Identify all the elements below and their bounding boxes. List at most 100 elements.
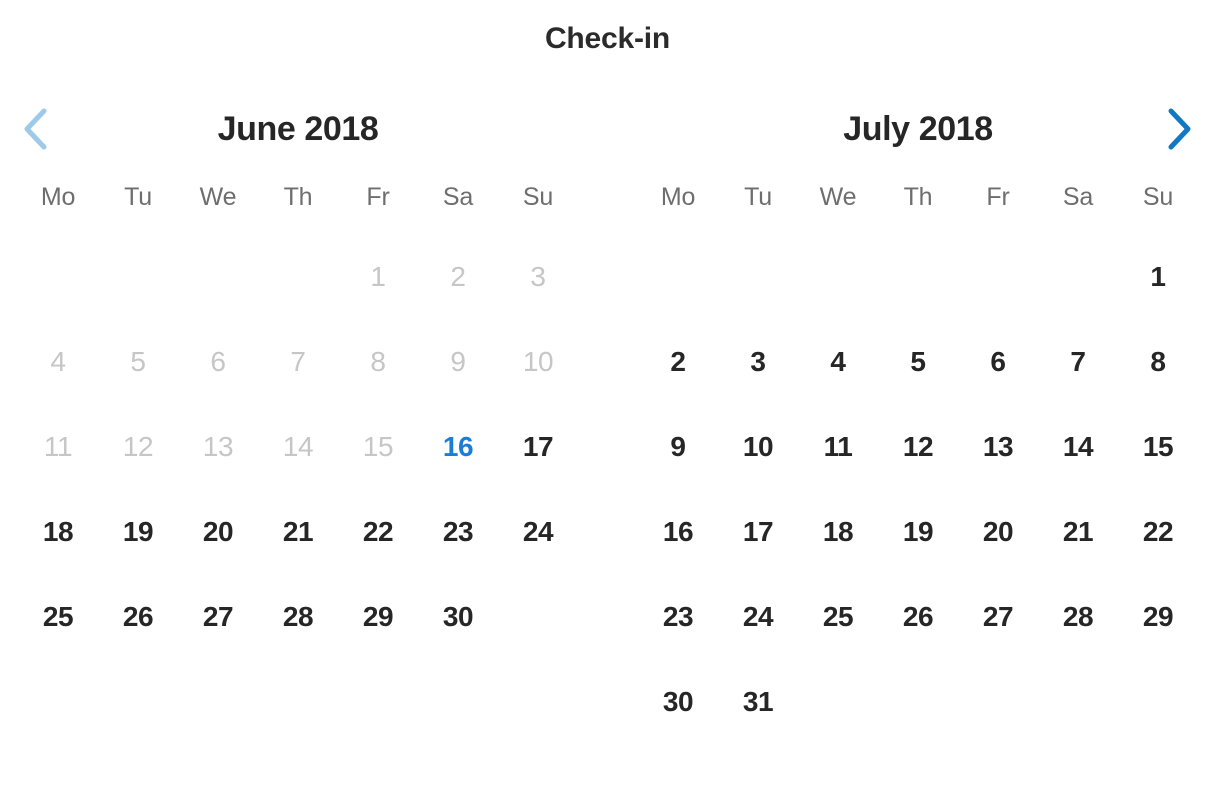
day-cell-disabled: 5	[130, 346, 146, 377]
day-cell[interactable]: 30	[638, 659, 718, 744]
day-cell-disabled: 10	[522, 346, 554, 377]
weeks-grid: 1 2 3 4 5 6 7 8 9 10 11 12 13 14 15 16 17 18 19 20 21 22 23 24 2…	[18, 234, 578, 659]
day-cell-disabled: 11	[43, 431, 73, 462]
day-cell[interactable]: 3	[718, 319, 798, 404]
weekday-label-mo: Mo	[40, 183, 76, 211]
day-cell[interactable]: 12	[878, 404, 958, 489]
day-cell-disabled: 9	[450, 346, 466, 377]
day-cell-empty	[178, 234, 258, 319]
week-row: 23 24 25 26 27 28 29	[638, 574, 1198, 659]
day-cell[interactable]: 22	[338, 489, 418, 574]
week-row: 4 5 6 7 8 9 10	[18, 319, 578, 404]
day-cell[interactable]: 8	[1118, 319, 1198, 404]
day-cell[interactable]: 14	[1038, 404, 1118, 489]
week-row: 11 12 13 14 15 16 17	[18, 404, 578, 489]
day-cell-disabled: 6	[210, 346, 226, 377]
day-cell-empty	[258, 234, 338, 319]
day-cell[interactable]: 10	[718, 404, 798, 489]
day-cell-disabled: 13	[202, 431, 234, 462]
day-cell[interactable]: 19	[878, 489, 958, 574]
day-cell-empty	[498, 574, 578, 659]
day-cell[interactable]: 11	[798, 404, 878, 489]
day-cell-disabled: 15	[362, 431, 394, 462]
day-cell[interactable]: 23	[418, 489, 498, 574]
day-cell[interactable]: 1	[1118, 234, 1198, 319]
day-cell[interactable]: 22	[1118, 489, 1198, 574]
day-cell[interactable]: 28	[1038, 574, 1118, 659]
day-cell[interactable]: 21	[258, 489, 338, 574]
day-cell-disabled: 7	[290, 346, 306, 377]
day-cell-empty	[958, 234, 1038, 319]
weeks-grid: 1 2 3 4 5 6 7 8 9 10 11 12 13 14 15 16 17 18 19 20 21 22 23 24 2…	[638, 234, 1198, 744]
weekday-label-th: Th	[903, 183, 933, 211]
day-cell[interactable]: 29	[338, 574, 418, 659]
day-cell[interactable]: 17	[498, 404, 578, 489]
day-cell-empty	[958, 659, 1038, 744]
day-cell[interactable]: 23	[638, 574, 718, 659]
week-row: 2345678	[638, 319, 1198, 404]
day-cell-disabled: 8	[370, 346, 386, 377]
day-cell[interactable]: 13	[958, 404, 1038, 489]
day-cell[interactable]: 20	[178, 489, 258, 574]
day-cell-empty	[18, 234, 98, 319]
day-cell[interactable]: 27	[178, 574, 258, 659]
day-cell-disabled: 4	[50, 346, 66, 377]
weekday-label-tu: Tu	[744, 183, 772, 211]
day-cell[interactable]: 4	[798, 319, 878, 404]
day-cell[interactable]: 6	[958, 319, 1038, 404]
page-title: Check-in	[544, 22, 671, 55]
weekday-label-we: We	[819, 183, 857, 211]
day-cell[interactable]: 26	[878, 574, 958, 659]
day-cell-empty	[798, 659, 878, 744]
weekday-label-fr: Fr	[986, 183, 1010, 211]
day-cell[interactable]: 7	[1038, 319, 1118, 404]
week-row: 16 17 18 19 20 21 22	[638, 489, 1198, 574]
day-cell[interactable]: 21	[1038, 489, 1118, 574]
weekday-label-su: Su	[522, 183, 554, 211]
day-cell[interactable]: 29	[1118, 574, 1198, 659]
day-cell[interactable]: 20	[958, 489, 1038, 574]
day-cell[interactable]: 16	[638, 489, 718, 574]
day-cell[interactable]: 15	[1118, 404, 1198, 489]
weekday-label-sa: Sa	[1062, 183, 1094, 211]
day-cell-empty	[798, 234, 878, 319]
day-cell-empty	[1038, 659, 1118, 744]
weekday-label-sa: Sa	[442, 183, 474, 211]
day-cell-empty	[878, 234, 958, 319]
day-cell[interactable]: 24	[498, 489, 578, 574]
day-cell-empty	[878, 659, 958, 744]
day-cell[interactable]: 24	[718, 574, 798, 659]
month-panel-june: June 2018 Mo Tu We Th Fr Sa Su 123456789…	[18, 98, 578, 659]
day-cell[interactable]: 31	[718, 659, 798, 744]
weekday-label-fr: Fr	[366, 183, 390, 211]
weekday-label-tu: Tu	[124, 183, 152, 211]
day-cell-empty	[1118, 659, 1198, 744]
weekday-label-mo: Mo	[660, 183, 696, 211]
month-panel-july: July 2018 Mo Tu We Th Fr Sa Su 123456789…	[638, 98, 1198, 744]
week-row: 18 19 20 21 22 23 24	[18, 489, 578, 574]
day-cell[interactable]: 2	[638, 319, 718, 404]
day-cell[interactable]: 30	[418, 574, 498, 659]
day-cell[interactable]: 5	[878, 319, 958, 404]
day-cell[interactable]: 19	[98, 489, 178, 574]
day-cell[interactable]: 28	[258, 574, 338, 659]
day-cell[interactable]: 18	[18, 489, 98, 574]
day-cell[interactable]: 18	[798, 489, 878, 574]
day-cell[interactable]: 25	[798, 574, 878, 659]
day-cell[interactable]: 25	[18, 574, 98, 659]
weekday-label-we: We	[199, 183, 237, 211]
day-cell-disabled: 3	[530, 261, 546, 292]
week-row: 1 2 3	[18, 234, 578, 319]
day-cell[interactable]: 26	[98, 574, 178, 659]
day-cell[interactable]: 27	[958, 574, 1038, 659]
day-cell[interactable]: 9	[638, 404, 718, 489]
day-cell[interactable]: 17	[718, 489, 798, 574]
day-cell-empty	[638, 234, 718, 319]
week-row: 30 31	[638, 659, 1198, 744]
day-cell-empty	[718, 234, 798, 319]
day-cell-today[interactable]: 16	[418, 404, 498, 489]
day-cell-empty	[98, 234, 178, 319]
day-cell-disabled: 12	[122, 431, 154, 462]
months-container: June 2018 Mo Tu We Th Fr Sa Su 123456789…	[0, 98, 1215, 798]
weekday-header-row: Mo Tu We Th Fr Sa Su	[18, 160, 578, 234]
